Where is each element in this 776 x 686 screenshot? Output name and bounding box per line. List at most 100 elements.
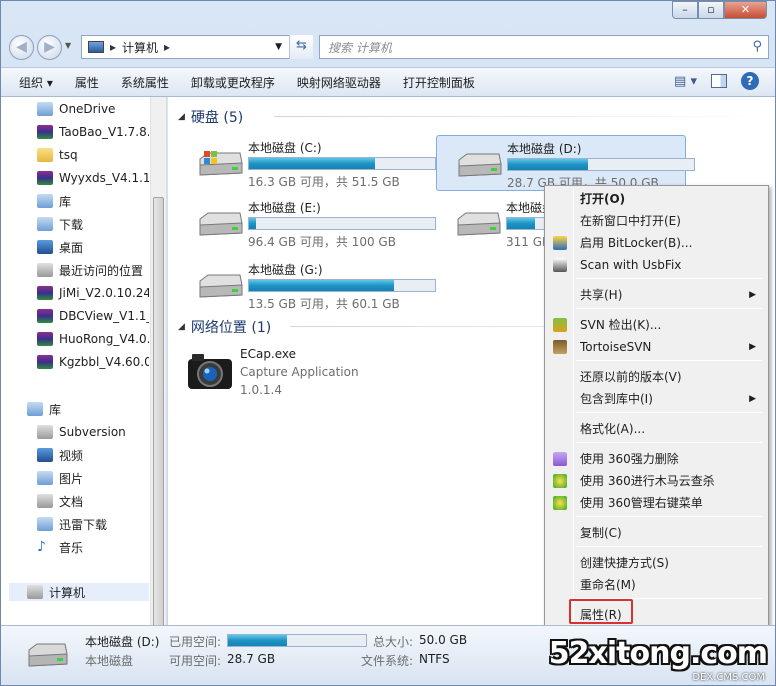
context-menu-item-label: Scan with UsbFix (580, 258, 682, 272)
context-menu-item-label: 启用 BitLocker(B)... (580, 236, 693, 250)
preview-pane-icon[interactable] (711, 74, 727, 88)
drive-free-space: 96.4 GB 可用，共 100 GB (248, 235, 396, 249)
drive-usage-fill (249, 280, 395, 291)
watermark-sub: DEX.CMS.COM (692, 672, 765, 683)
nav-item[interactable]: DBCView_V1.1_ (37, 306, 149, 326)
context-menu-item-label: 使用 360进行木马云查杀 (580, 474, 715, 488)
address-separator: ▸ (110, 40, 117, 54)
organize-button[interactable]: 组织 ▾ (19, 74, 53, 91)
network-item-ecap[interactable]: ECap.exe Capture Application 1.0.1.4 (186, 347, 436, 407)
context-menu-item[interactable]: 创建快捷方式(S) (547, 552, 766, 574)
nav-item[interactable]: JiMi_V2.0.10.24_ (37, 283, 149, 303)
drive-item[interactable]: 本地磁盘 (E:) 96.4 GB 可用，共 100 GB (178, 195, 436, 251)
system-drive-icon (199, 151, 243, 176)
drive-item[interactable]: 本地磁盘 (C:) 16.3 GB 可用，共 51.5 GB (178, 135, 436, 191)
nav-item[interactable]: tsq (37, 145, 149, 165)
context-menu-item[interactable]: TortoiseSVN ▶ (547, 336, 766, 358)
svn-checkout-icon (553, 318, 567, 332)
nav-item[interactable]: 文档 (37, 491, 149, 511)
nav-item[interactable]: TaoBao_V1.7.8. (37, 122, 149, 142)
network-item-desc: Capture Application (240, 365, 359, 379)
status-free-label: 可用空间: (169, 654, 222, 668)
nav-item[interactable]: 视频 (37, 445, 149, 465)
xunlei-download-icon (37, 517, 53, 531)
address-dropdown-icon[interactable]: ▼ (275, 42, 282, 52)
nav-item[interactable]: 迅雷下载 (37, 514, 149, 534)
nav-item-label: 下载 (59, 217, 84, 232)
nav-scrollbar[interactable] (150, 97, 166, 625)
collapse-icon[interactable]: ◢ (178, 112, 185, 122)
drive-icon (457, 212, 501, 236)
drive-usage-bar (248, 157, 436, 170)
network-group-header[interactable]: ◢ 网络位置 (1) (178, 317, 775, 337)
nav-item[interactable]: Wyyxds_V4.1.1. (37, 168, 149, 188)
nav-item-label: 库 (59, 194, 72, 209)
recent-pages-dropdown[interactable]: ▼ (65, 41, 71, 50)
watermark-logo: 52xitong.com (548, 636, 768, 671)
context-menu-item[interactable]: 启用 BitLocker(B)... (547, 232, 766, 254)
context-menu-item-label: 使用 360强力删除 (580, 452, 679, 466)
nav-item[interactable]: Subversion (37, 422, 149, 442)
context-menu-item[interactable]: 打开(O) (547, 188, 766, 210)
context-menu-item[interactable]: 格式化(A)... (547, 418, 766, 440)
nav-scrollbar-thumb[interactable] (153, 197, 164, 625)
context-menu-item[interactable]: 使用 360进行木马云查杀 (547, 470, 766, 492)
subversion-icon (37, 425, 53, 439)
properties-button[interactable]: 属性 (75, 74, 99, 91)
refresh-button[interactable]: ⇆ (289, 35, 313, 59)
group-divider (274, 116, 774, 117)
caption-buttons: – ▫ ✕ (672, 1, 767, 19)
drive-name: 本地磁盘 (G:) (248, 263, 323, 277)
minimize-button[interactable]: – (672, 1, 698, 19)
context-menu-item-label: 包含到库中(I) (580, 392, 653, 406)
context-menu-item[interactable]: 共享(H) ▶ (547, 284, 766, 306)
document-library-icon (37, 494, 53, 508)
nav-item-label: 文档 (59, 494, 84, 509)
nav-item[interactable]: 最近访问的位置 (37, 260, 149, 280)
disks-group-header[interactable]: ◢ 硬盘 (5) (178, 107, 774, 127)
nav-item[interactable]: 库 (27, 399, 139, 419)
view-options-icon[interactable]: ▤ ▾ (674, 74, 697, 89)
status-usage-bar (227, 634, 367, 647)
nav-item[interactable]: 计算机 (27, 582, 139, 602)
map-network-drive-button[interactable]: 映射网络驱动器 (297, 74, 381, 91)
context-menu-item[interactable]: 包含到库中(I) ▶ (547, 388, 766, 410)
context-menu-item[interactable]: 使用 360管理右键菜单 (547, 492, 766, 514)
context-menu-item[interactable]: 使用 360强力删除 (547, 448, 766, 470)
context-menu-item-label: 在新窗口中打开(E) (580, 214, 681, 228)
nav-item[interactable]: Kgzbbl_V4.60.0 (37, 352, 149, 372)
drive-item[interactable]: 本地磁盘 (G:) 13.5 GB 可用，共 60.1 GB (178, 257, 436, 313)
context-menu-item[interactable]: Scan with UsbFix (547, 254, 766, 276)
open-control-panel-button[interactable]: 打开控制面板 (403, 74, 475, 91)
nav-item[interactable]: 桌面 (37, 237, 149, 257)
address-bar[interactable]: ▸ 计算机 ▸ ▼ (81, 35, 313, 59)
search-icon[interactable]: ⚲ (752, 39, 762, 54)
maximize-button[interactable]: ▫ (698, 1, 724, 19)
nav-item[interactable]: ♪ 音乐 (37, 537, 149, 557)
context-menu-item[interactable]: 还原以前的版本(V) (547, 366, 766, 388)
drive-item[interactable]: 本地磁盘 (D:) 28.7 GB 可用，共 50.0 GB (436, 135, 695, 191)
nav-item[interactable]: 图片 (37, 468, 149, 488)
system-properties-button[interactable]: 系统属性 (121, 74, 169, 91)
forward-button[interactable]: ▶ (37, 35, 62, 60)
drive-usage-bar (507, 158, 695, 171)
context-menu-item[interactable]: 复制(C) (547, 522, 766, 544)
back-button[interactable]: ◀ (9, 35, 34, 60)
nav-item[interactable]: HuoRong_V4.0. (37, 329, 149, 349)
nav-item[interactable]: 下载 (37, 214, 149, 234)
nav-item[interactable]: 库 (37, 191, 149, 211)
context-menu-item[interactable]: 在新窗口中打开(E) (547, 210, 766, 232)
uninstall-button[interactable]: 卸载或更改程序 (191, 74, 275, 91)
network-item-version: 1.0.1.4 (240, 383, 282, 397)
help-icon[interactable]: ? (741, 72, 759, 90)
context-menu-item[interactable]: 重命名(M) (547, 574, 766, 596)
search-input[interactable]: 搜索 计算机 ⚲ (319, 35, 769, 59)
address-path[interactable]: 计算机 (122, 39, 158, 56)
close-button[interactable]: ✕ (724, 1, 767, 19)
drive-usage-fill (249, 158, 376, 169)
context-menu-item[interactable]: SVN 检出(K)... (547, 314, 766, 336)
nav-item-label: 音乐 (59, 540, 84, 555)
drive-name: 本地磁盘 (D:) (507, 142, 582, 156)
nav-item[interactable]: OneDrive (37, 99, 149, 119)
collapse-icon[interactable]: ◢ (178, 322, 185, 332)
